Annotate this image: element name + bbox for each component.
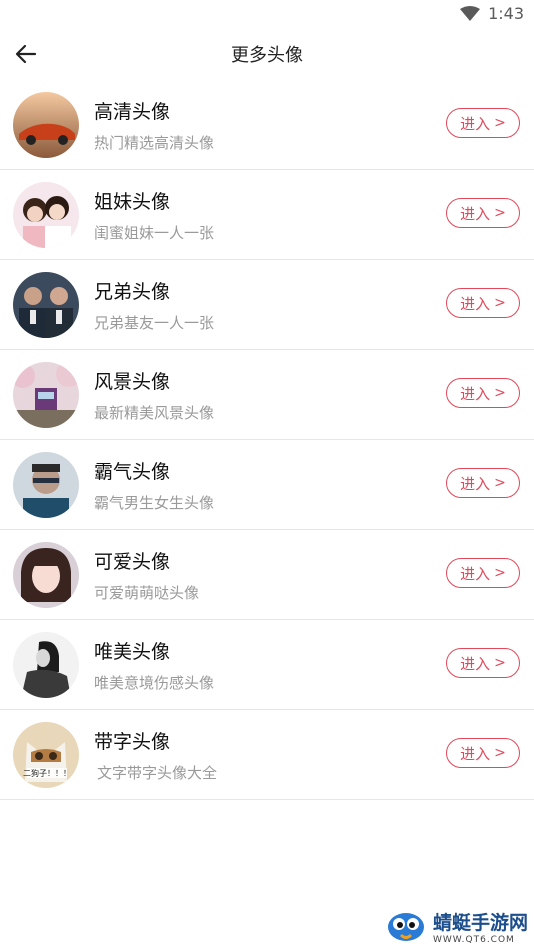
watermark-name: 蜻蜓手游网 bbox=[432, 912, 528, 934]
item-title: 姐妹头像 bbox=[94, 191, 171, 213]
watermark-url: WWW.QT6.COM bbox=[432, 935, 515, 945]
chevron-right-icon: > bbox=[494, 655, 506, 671]
item-subtitle: 唯美意境伤感头像 bbox=[94, 674, 215, 692]
item-subtitle: 闺蜜姐妹一人一张 bbox=[94, 224, 215, 242]
cute-avatar bbox=[13, 542, 79, 608]
clock: 1:43 bbox=[488, 4, 524, 23]
enter-button[interactable]: 进入 > bbox=[446, 558, 520, 588]
list-item[interactable]: 霸气头像 霸气男生女生头像 进入 > bbox=[0, 440, 534, 530]
item-title: 霸气头像 bbox=[94, 461, 171, 483]
list-item[interactable]: 风景头像 最新精美风景头像 进入 > bbox=[0, 350, 534, 440]
enter-button[interactable]: 进入 > bbox=[446, 468, 520, 498]
item-subtitle: 热门精选高清头像 bbox=[94, 134, 215, 152]
category-list: 高清头像 热门精选高清头像 进入 > 姐妹头像 闺蜜姐妹一人一张 进入 > 兄弟头像 bbox=[0, 80, 534, 800]
car-avatar bbox=[13, 92, 79, 158]
enter-button[interactable]: 进入 > bbox=[446, 108, 520, 138]
chevron-right-icon: > bbox=[494, 205, 506, 221]
list-item[interactable]: 姐妹头像 闺蜜姐妹一人一张 进入 > bbox=[0, 170, 534, 260]
dragonfly-logo-icon bbox=[387, 912, 424, 941]
chevron-right-icon: > bbox=[494, 385, 506, 401]
list-item[interactable]: 唯美头像 唯美意境伤感头像 进入 > bbox=[0, 620, 534, 710]
text-avatar: 二狗子！！！ bbox=[13, 722, 79, 788]
page-title: 更多头像 bbox=[231, 45, 303, 66]
aesthetic-avatar bbox=[13, 632, 79, 698]
wifi-icon bbox=[460, 5, 481, 21]
item-title: 带字头像 bbox=[94, 731, 171, 753]
watermark: 蜻蜓手游网 WWW.QT6.COM bbox=[385, 908, 528, 945]
chevron-right-icon: > bbox=[494, 745, 506, 761]
status-bar: 1:43 bbox=[0, 0, 534, 28]
chevron-right-icon: > bbox=[494, 565, 506, 581]
enter-button[interactable]: 进入 > bbox=[446, 648, 520, 678]
scenery-avatar bbox=[13, 362, 79, 428]
enter-button[interactable]: 进入 > bbox=[446, 378, 520, 408]
item-subtitle: 兄弟基友一人一张 bbox=[94, 314, 215, 332]
item-title: 可爱头像 bbox=[94, 551, 171, 573]
brothers-avatar bbox=[13, 272, 79, 338]
sisters-avatar bbox=[13, 182, 79, 248]
item-title: 风景头像 bbox=[94, 371, 171, 393]
item-subtitle: 文字带字头像大全 bbox=[97, 764, 218, 782]
avatar-caption: 二狗子！！！ bbox=[23, 768, 71, 778]
item-subtitle: 可爱萌萌哒头像 bbox=[94, 584, 200, 602]
enter-button[interactable]: 进入 > bbox=[446, 288, 520, 318]
list-item[interactable]: 二狗子！！！ 带字头像 文字带字头像大全 进入 > bbox=[0, 710, 534, 800]
list-item[interactable]: 兄弟头像 兄弟基友一人一张 进入 > bbox=[0, 260, 534, 350]
chevron-right-icon: > bbox=[494, 475, 506, 491]
item-subtitle: 最新精美风景头像 bbox=[94, 404, 215, 422]
item-subtitle: 霸气男生女生头像 bbox=[94, 494, 215, 512]
status-icons: 1:43 bbox=[460, 4, 524, 23]
list-item[interactable]: 高清头像 热门精选高清头像 进入 > bbox=[0, 80, 534, 170]
item-title: 高清头像 bbox=[94, 101, 171, 123]
item-title: 唯美头像 bbox=[94, 641, 171, 663]
cool-avatar bbox=[13, 452, 79, 518]
chevron-right-icon: > bbox=[494, 295, 506, 311]
item-title: 兄弟头像 bbox=[94, 281, 171, 303]
enter-button[interactable]: 进入 > bbox=[446, 198, 520, 228]
enter-button[interactable]: 进入 > bbox=[446, 738, 520, 768]
app-bar: 更多头像 bbox=[0, 28, 534, 80]
watermark-text: 蜻蜓手游网 WWW.QT6.COM bbox=[433, 908, 528, 945]
list-item[interactable]: 可爱头像 可爱萌萌哒头像 进入 > bbox=[0, 530, 534, 620]
chevron-right-icon: > bbox=[494, 115, 506, 131]
